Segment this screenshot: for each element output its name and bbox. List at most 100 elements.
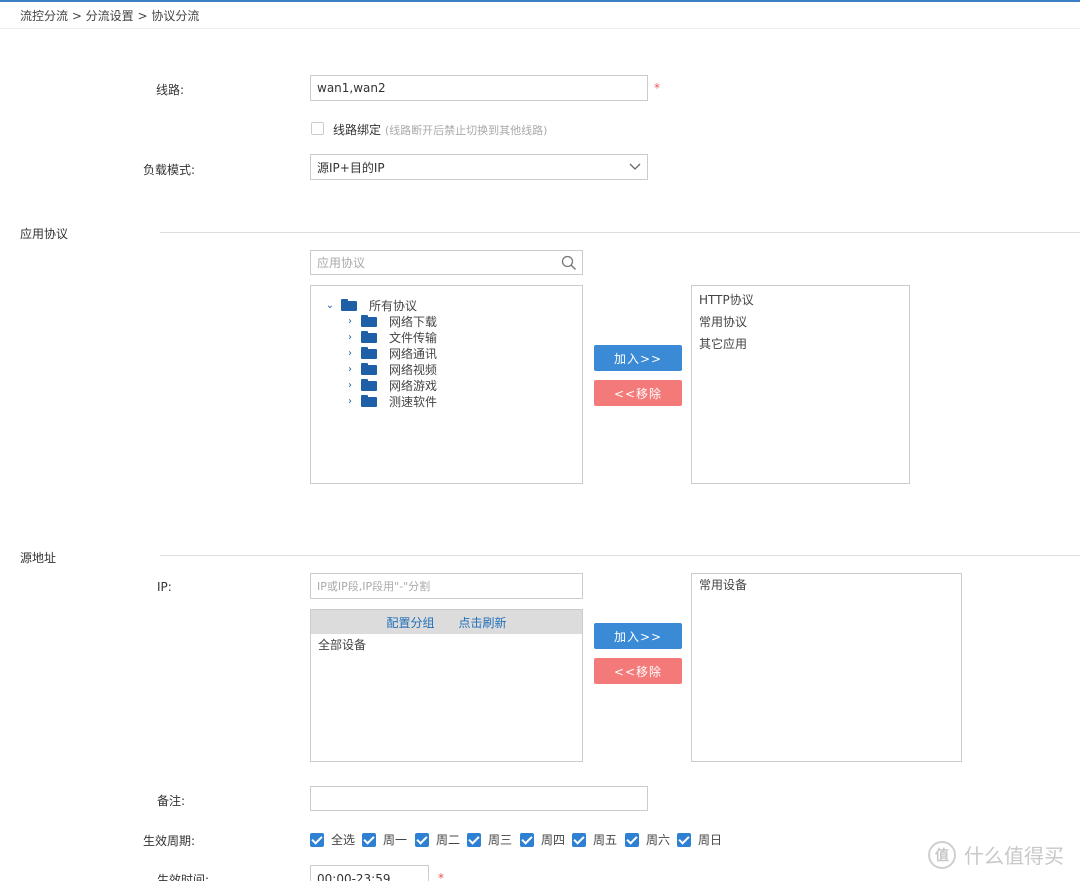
checkbox-checked-icon[interactable] bbox=[415, 832, 429, 847]
chevron-down-icon[interactable]: ⌄ bbox=[325, 300, 335, 311]
checkbox-checked-icon[interactable] bbox=[625, 832, 639, 847]
period-checkbox-sat[interactable]: 周六 bbox=[625, 831, 670, 848]
checkbox-label: 周四 bbox=[541, 833, 566, 847]
period-checkbox-all[interactable]: 全选 bbox=[310, 831, 355, 848]
list-item[interactable]: 其它应用 bbox=[699, 335, 747, 352]
chevron-right-icon[interactable]: › bbox=[345, 316, 355, 327]
tree-node-root[interactable]: ⌄ 所有协议 bbox=[325, 297, 417, 313]
tree-node-label: 网络通讯 bbox=[389, 346, 438, 361]
checkbox-checked-icon[interactable] bbox=[677, 832, 691, 847]
ip-label: IP: bbox=[157, 580, 172, 594]
source-address-divider bbox=[160, 555, 1080, 556]
checkbox-checked-icon[interactable] bbox=[520, 832, 534, 847]
checkbox-label: 周一 bbox=[383, 833, 408, 847]
tree-node[interactable]: › 测速软件 bbox=[345, 393, 437, 409]
checkbox-checked-icon[interactable] bbox=[467, 832, 481, 847]
app-protocol-add-button[interactable]: 加入>> bbox=[594, 345, 682, 371]
chevron-right-icon[interactable]: › bbox=[345, 332, 355, 343]
tree-node[interactable]: › 网络游戏 bbox=[345, 377, 437, 393]
line-bind-label: 线路绑定 bbox=[333, 123, 382, 137]
breadcrumb-divider bbox=[0, 28, 1080, 29]
app-protocol-search-input[interactable]: 应用协议 bbox=[310, 250, 583, 275]
checkbox-label: 全选 bbox=[331, 833, 356, 847]
line-label: 线路: bbox=[156, 83, 185, 97]
load-mode-label: 负载模式: bbox=[143, 163, 196, 177]
period-checkbox-tue[interactable]: 周二 bbox=[415, 831, 460, 848]
chevron-right-icon[interactable]: › bbox=[345, 380, 355, 391]
protocol-tree[interactable]: ⌄ 所有协议 › 网络下载 › 文件传输 › 网络通讯 › 网络视频 › 网络游… bbox=[310, 285, 583, 484]
tree-node-label: 网络游戏 bbox=[389, 378, 438, 393]
selected-device-list[interactable]: 常用设备 bbox=[691, 573, 962, 762]
period-checkbox-thu[interactable]: 周四 bbox=[520, 831, 565, 848]
folder-icon bbox=[361, 395, 377, 407]
line-bind-hint: (线路断开后禁止切换到其他线路) bbox=[384, 124, 548, 137]
chevron-right-icon[interactable]: › bbox=[345, 396, 355, 407]
chevron-down-icon bbox=[629, 163, 641, 170]
time-input[interactable]: 00:00-23:59 bbox=[310, 865, 429, 881]
period-label: 生效周期: bbox=[143, 834, 196, 848]
line-required-mark: * bbox=[654, 81, 660, 95]
folder-icon bbox=[361, 315, 377, 327]
load-mode-select[interactable]: 源IP+目的IP bbox=[310, 154, 648, 180]
search-icon[interactable] bbox=[561, 255, 577, 271]
app-protocol-section-title: 应用协议 bbox=[20, 227, 69, 241]
checkbox-checked-icon[interactable] bbox=[310, 832, 324, 847]
line-bind-checkbox[interactable] bbox=[311, 122, 324, 135]
period-checkbox-mon[interactable]: 周一 bbox=[362, 831, 407, 848]
app-protocol-search-placeholder: 应用协议 bbox=[317, 256, 366, 270]
folder-icon bbox=[361, 379, 377, 391]
breadcrumb[interactable]: 流控分流 > 分流设置 > 协议分流 bbox=[20, 7, 199, 24]
watermark-text: 什么值得买 bbox=[964, 844, 1064, 868]
config-group-link[interactable]: 配置分组 bbox=[386, 614, 434, 631]
tree-node[interactable]: › 网络通讯 bbox=[345, 345, 437, 361]
line-input[interactable]: wan1,wan2 bbox=[310, 75, 648, 101]
load-mode-value: 源IP+目的IP bbox=[317, 160, 385, 175]
ip-input-placeholder: IP或IP段,IP段用"-"分割 bbox=[317, 580, 431, 593]
chevron-right-icon[interactable]: › bbox=[345, 348, 355, 359]
tree-node-label: 网络视频 bbox=[389, 362, 438, 377]
watermark-logo-icon: 值 bbox=[928, 840, 956, 869]
time-required-mark: * bbox=[438, 871, 444, 881]
chevron-right-icon[interactable]: › bbox=[345, 364, 355, 375]
checkbox-label: 周三 bbox=[488, 833, 513, 847]
line-bind-text: 线路绑定 (线路断开后禁止切换到其他线路) bbox=[333, 121, 547, 138]
tree-node[interactable]: › 文件传输 bbox=[345, 329, 437, 345]
tree-node-label: 所有协议 bbox=[369, 298, 418, 313]
source-address-add-button[interactable]: 加入>> bbox=[594, 623, 682, 649]
checkbox-label: 周五 bbox=[593, 833, 618, 847]
remark-label: 备注: bbox=[157, 794, 186, 808]
watermark: 值 什么值得买 bbox=[928, 840, 1064, 869]
checkbox-checked-icon[interactable] bbox=[572, 832, 586, 847]
device-list-toolbar: 配置分组 点击刷新 bbox=[311, 610, 582, 634]
time-label: 生效时间: bbox=[157, 873, 210, 881]
remark-input[interactable] bbox=[310, 786, 648, 811]
checkbox-label: 周二 bbox=[436, 833, 461, 847]
source-address-remove-button[interactable]: <<移除 bbox=[594, 658, 682, 684]
list-item[interactable]: 全部设备 bbox=[318, 636, 366, 653]
refresh-link[interactable]: 点击刷新 bbox=[459, 614, 507, 631]
source-address-section-title: 源地址 bbox=[20, 551, 57, 565]
list-item[interactable]: 常用设备 bbox=[699, 576, 747, 593]
period-checkbox-fri[interactable]: 周五 bbox=[572, 831, 617, 848]
checkbox-label: 周日 bbox=[698, 833, 723, 847]
ip-input[interactable]: IP或IP段,IP段用"-"分割 bbox=[310, 573, 583, 599]
tree-node-label: 文件传输 bbox=[389, 330, 438, 345]
app-protocol-remove-button[interactable]: <<移除 bbox=[594, 380, 682, 406]
tree-node[interactable]: › 网络下载 bbox=[345, 313, 437, 329]
checkbox-checked-icon[interactable] bbox=[362, 832, 376, 847]
device-list[interactable]: 配置分组 点击刷新 全部设备 bbox=[310, 609, 583, 762]
selected-protocol-list[interactable]: HTTP协议 常用协议 其它应用 bbox=[691, 285, 910, 484]
tree-node[interactable]: › 网络视频 bbox=[345, 361, 437, 377]
period-checkbox-sun[interactable]: 周日 bbox=[677, 831, 722, 848]
folder-icon bbox=[361, 363, 377, 375]
app-protocol-divider bbox=[160, 232, 1080, 233]
list-item[interactable]: 常用协议 bbox=[699, 313, 747, 330]
tree-node-label: 网络下载 bbox=[389, 314, 438, 329]
top-accent-line bbox=[0, 0, 1080, 2]
period-checkbox-wed[interactable]: 周三 bbox=[467, 831, 512, 848]
checkbox-label: 周六 bbox=[646, 833, 671, 847]
folder-icon bbox=[361, 331, 377, 343]
folder-icon bbox=[341, 299, 357, 311]
folder-icon bbox=[361, 347, 377, 359]
list-item[interactable]: HTTP协议 bbox=[699, 291, 754, 308]
